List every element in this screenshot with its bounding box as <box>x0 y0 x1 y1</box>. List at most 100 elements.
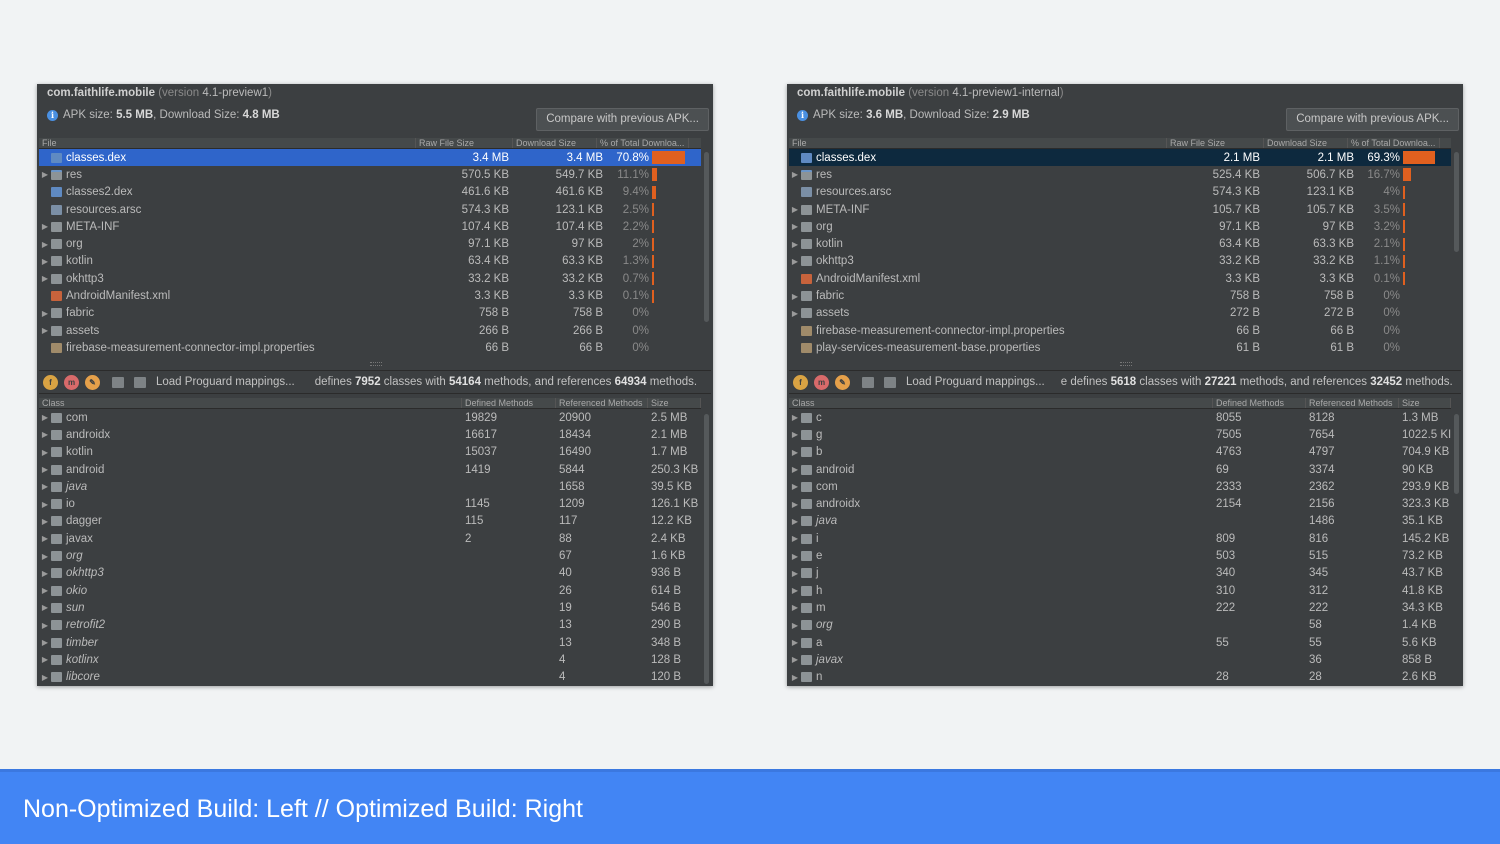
col-size[interactable]: Size <box>1399 398 1451 408</box>
expand-arrow-icon[interactable]: ▶ <box>789 534 801 543</box>
file-table-scrollbar[interactable] <box>704 152 709 322</box>
tree-icon[interactable] <box>112 376 124 388</box>
filter-fields-icon[interactable]: f <box>43 374 58 390</box>
class-row[interactable]: ▶ okhttp3 40 936 B <box>39 565 701 582</box>
expand-arrow-icon[interactable]: ▶ <box>39 222 51 231</box>
class-row[interactable]: ▶ android 69 3374 90 KB <box>789 461 1451 478</box>
expand-arrow-icon[interactable]: ▶ <box>789 603 801 612</box>
file-icon[interactable] <box>134 376 146 388</box>
col-percent[interactable]: % of Total Downloa... <box>597 138 689 148</box>
expand-arrow-icon[interactable]: ▶ <box>39 638 51 647</box>
file-row[interactable]: ▶ okhttp3 33.2 KB 33.2 KB 0.7% <box>39 270 701 287</box>
class-row[interactable]: ▶ org 67 1.6 KB <box>39 547 701 564</box>
file-row[interactable]: AndroidManifest.xml 3.3 KB 3.3 KB 0.1% <box>39 287 701 304</box>
expand-arrow-icon[interactable]: ▶ <box>39 673 51 682</box>
expand-arrow-icon[interactable]: ▶ <box>39 500 51 509</box>
expand-arrow-icon[interactable]: ▶ <box>39 448 51 457</box>
col-class[interactable]: Class <box>789 398 1213 408</box>
class-table-scrollbar[interactable] <box>1454 414 1459 494</box>
expand-arrow-icon[interactable]: ▶ <box>789 569 801 578</box>
filter-references-icon[interactable]: ✎ <box>835 374 850 390</box>
class-row[interactable]: ▶ c 8055 8128 1.3 MB <box>789 409 1451 426</box>
col-size[interactable]: Size <box>648 398 701 408</box>
class-row[interactable]: ▶ g 7505 7654 1022.5 KI <box>789 426 1451 443</box>
class-row[interactable]: ▶ com 19829 20900 2.5 MB <box>39 409 701 426</box>
expand-arrow-icon[interactable]: ▶ <box>789 500 801 509</box>
filter-methods-icon[interactable]: m <box>814 374 829 390</box>
expand-arrow-icon[interactable]: ▶ <box>39 430 51 439</box>
filter-methods-icon[interactable]: m <box>64 374 79 390</box>
class-row[interactable]: ▶ j 340 345 43.7 KB <box>789 565 1451 582</box>
tree-icon[interactable] <box>862 376 874 388</box>
class-row[interactable]: ▶ kotlin 15037 16490 1.7 MB <box>39 444 701 461</box>
compare-apk-button[interactable]: Compare with previous APK... <box>536 108 709 131</box>
expand-arrow-icon[interactable]: ▶ <box>39 257 51 266</box>
file-row[interactable]: firebase-measurement-connector-impl.prop… <box>789 322 1451 339</box>
expand-arrow-icon[interactable]: ▶ <box>789 673 801 682</box>
expand-arrow-icon[interactable]: ▶ <box>789 292 801 301</box>
class-row[interactable]: ▶ dagger 115 117 12.2 KB <box>39 513 701 530</box>
expand-arrow-icon[interactable]: ▶ <box>39 586 51 595</box>
class-row[interactable]: ▶ h 310 312 41.8 KB <box>789 582 1451 599</box>
class-row[interactable]: ▶ e 503 515 73.2 KB <box>789 547 1451 564</box>
expand-arrow-icon[interactable]: ▶ <box>789 621 801 630</box>
file-row[interactable]: ▶ fabric 758 B 758 B 0% <box>39 305 701 322</box>
splitter-handle[interactable] <box>370 362 382 366</box>
file-row[interactable]: AndroidManifest.xml 3.3 KB 3.3 KB 0.1% <box>789 270 1451 287</box>
class-row[interactable]: ▶ javax 2 88 2.4 KB <box>39 530 701 547</box>
file-row[interactable]: ▶ META-INF 105.7 KB 105.7 KB 3.5% <box>789 201 1451 218</box>
file-row[interactable]: ▶ kotlin 63.4 KB 63.3 KB 1.3% <box>39 253 701 270</box>
file-row[interactable]: play-services-measurement-base.propertie… <box>789 339 1451 356</box>
col-file[interactable]: File <box>39 138 416 148</box>
file-row[interactable]: ▶ okhttp3 33.2 KB 33.2 KB 1.1% <box>789 253 1451 270</box>
expand-arrow-icon[interactable]: ▶ <box>39 534 51 543</box>
expand-arrow-icon[interactable]: ▶ <box>39 465 51 474</box>
file-icon[interactable] <box>884 376 896 388</box>
compare-apk-button[interactable]: Compare with previous APK... <box>1286 108 1459 131</box>
class-row[interactable]: ▶ a 55 55 5.6 KB <box>789 634 1451 651</box>
class-row[interactable]: ▶ java 1658 39.5 KB <box>39 478 701 495</box>
expand-arrow-icon[interactable]: ▶ <box>39 517 51 526</box>
class-row[interactable]: ▶ org 58 1.4 KB <box>789 617 1451 634</box>
expand-arrow-icon[interactable]: ▶ <box>789 222 801 231</box>
expand-arrow-icon[interactable]: ▶ <box>789 205 801 214</box>
col-referenced-methods[interactable]: Referenced Methods <box>1306 398 1399 408</box>
splitter-handle[interactable] <box>1120 362 1132 366</box>
expand-arrow-icon[interactable]: ▶ <box>789 465 801 474</box>
col-defined-methods[interactable]: Defined Methods <box>1213 398 1306 408</box>
class-row[interactable]: ▶ timber 13 348 B <box>39 634 701 651</box>
class-row[interactable]: ▶ sun 19 546 B <box>39 599 701 616</box>
expand-arrow-icon[interactable]: ▶ <box>789 430 801 439</box>
expand-arrow-icon[interactable]: ▶ <box>39 569 51 578</box>
expand-arrow-icon[interactable]: ▶ <box>789 448 801 457</box>
class-row[interactable]: ▶ retrofit2 13 290 B <box>39 617 701 634</box>
class-table-scrollbar[interactable] <box>704 414 709 684</box>
class-row[interactable]: ▶ android 1419 5844 250.3 KB <box>39 461 701 478</box>
col-download-size[interactable]: Download Size <box>1264 138 1348 148</box>
class-row[interactable]: ▶ libcore 4 120 B <box>39 668 701 685</box>
class-row[interactable]: ▶ com 2333 2362 293.9 KB <box>789 478 1451 495</box>
expand-arrow-icon[interactable]: ▶ <box>39 655 51 664</box>
expand-arrow-icon[interactable]: ▶ <box>39 170 51 179</box>
file-row[interactable]: resources.arsc 574.3 KB 123.1 KB 2.5% <box>39 201 701 218</box>
class-row[interactable]: ▶ io 1145 1209 126.1 KB <box>39 495 701 512</box>
load-proguard-button[interactable]: Load Proguard mappings... <box>156 376 295 388</box>
expand-arrow-icon[interactable]: ▶ <box>789 482 801 491</box>
file-row[interactable]: ▶ assets 272 B 272 B 0% <box>789 305 1451 322</box>
expand-arrow-icon[interactable]: ▶ <box>39 309 51 318</box>
col-percent[interactable]: % of Total Downloa... <box>1348 138 1440 148</box>
col-referenced-methods[interactable]: Referenced Methods <box>556 398 648 408</box>
file-row[interactable]: classes.dex 2.1 MB 2.1 MB 69.3% <box>789 149 1451 167</box>
class-row[interactable]: ▶ androidx 16617 18434 2.1 MB <box>39 426 701 443</box>
file-row[interactable]: ▶ META-INF 107.4 KB 107.4 KB 2.2% <box>39 218 701 235</box>
load-proguard-button[interactable]: Load Proguard mappings... <box>906 376 1045 388</box>
file-row[interactable]: ▶ org 97.1 KB 97 KB 3.2% <box>789 218 1451 235</box>
expand-arrow-icon[interactable]: ▶ <box>39 326 51 335</box>
col-raw-size[interactable]: Raw File Size <box>1167 138 1264 148</box>
expand-arrow-icon[interactable]: ▶ <box>39 552 51 561</box>
file-row[interactable]: classes2.dex 461.6 KB 461.6 KB 9.4% <box>39 184 701 201</box>
class-row[interactable]: ▶ m 222 222 34.3 KB <box>789 599 1451 616</box>
col-raw-size[interactable]: Raw File Size <box>416 138 513 148</box>
expand-arrow-icon[interactable]: ▶ <box>789 517 801 526</box>
expand-arrow-icon[interactable]: ▶ <box>789 413 801 422</box>
